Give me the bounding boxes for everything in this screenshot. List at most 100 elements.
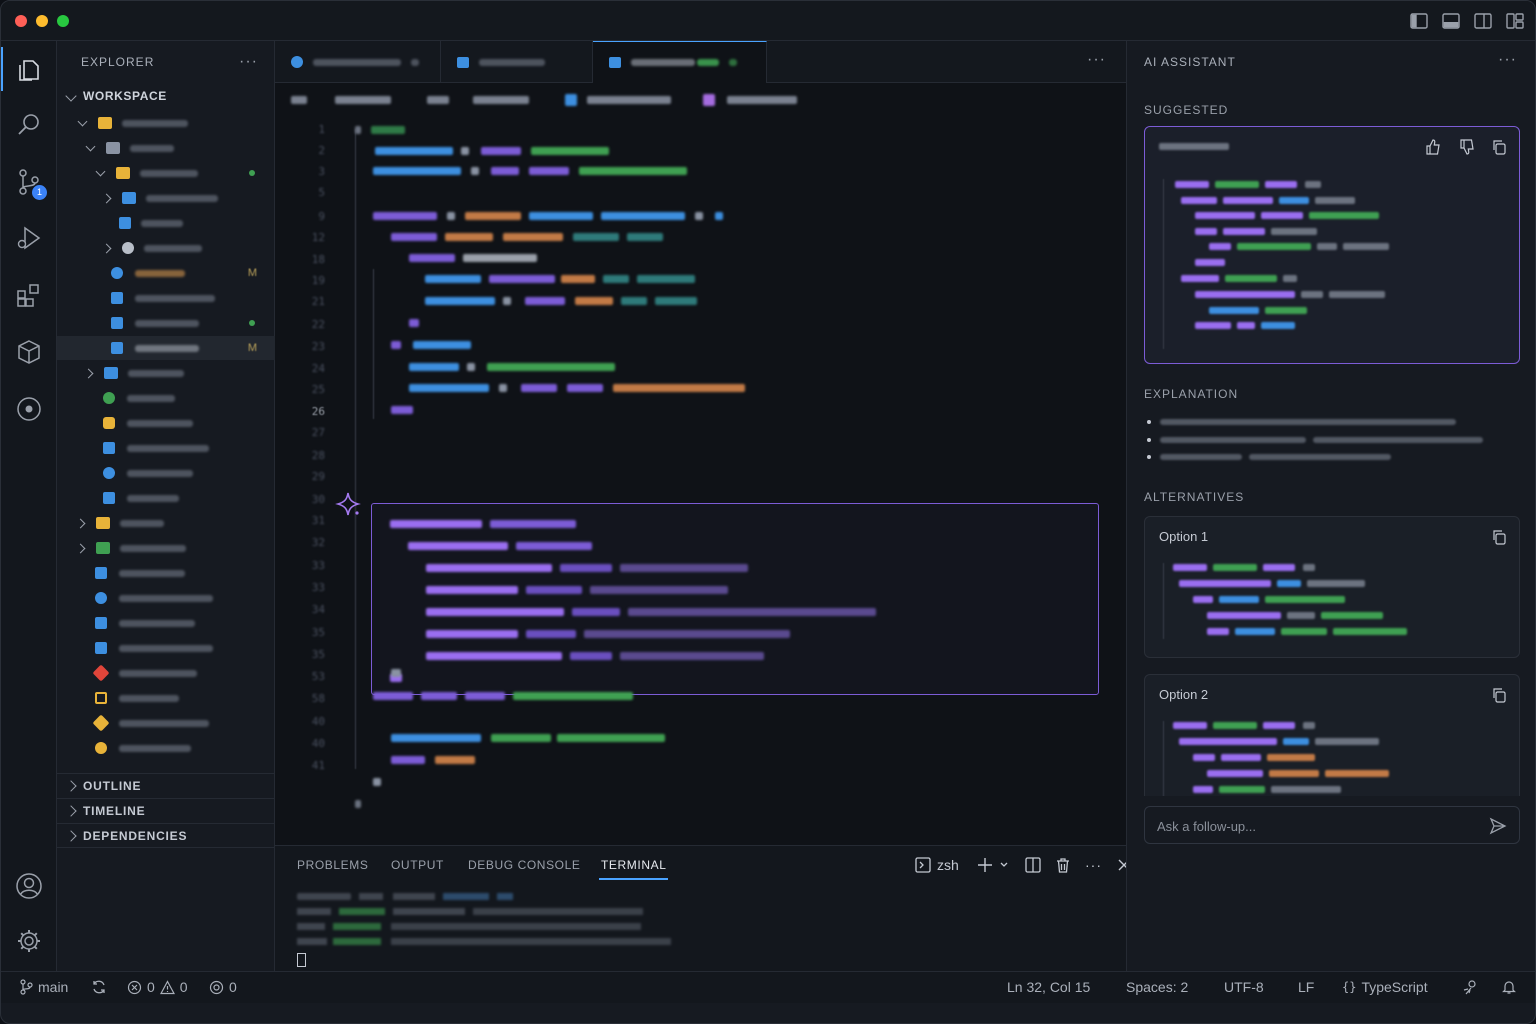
close-window-button[interactable] — [15, 15, 27, 27]
thumbs-down-icon[interactable] — [1459, 139, 1475, 155]
tree-item[interactable] — [57, 236, 275, 260]
tree-item[interactable] — [57, 711, 275, 735]
folder-icon — [104, 367, 118, 379]
tree-item[interactable] — [57, 186, 275, 210]
tab-problems[interactable]: PROBLEMS — [297, 858, 369, 872]
source-control-icon[interactable]: 1 — [15, 168, 47, 200]
customize-layout-icon[interactable] — [1505, 11, 1525, 31]
encoding-setting[interactable]: UTF-8 — [1224, 979, 1264, 995]
tree-item[interactable] — [57, 636, 275, 660]
tree-item[interactable] — [57, 686, 275, 710]
follow-up-field[interactable] — [1144, 806, 1520, 844]
workspace-header[interactable]: WORKSPACE — [57, 83, 274, 109]
thumbs-up-icon[interactable] — [1425, 139, 1441, 155]
split-terminal-icon[interactable] — [1025, 854, 1041, 876]
tree-item[interactable] — [57, 536, 275, 560]
editor-tab[interactable] — [441, 41, 593, 83]
tab-terminal[interactable]: TERMINAL — [598, 858, 669, 880]
branch-indicator[interactable]: main — [19, 979, 68, 995]
code-view[interactable]: 1 2 3 5 9 12 18 19 21 22 23 24 25 26 27 … — [275, 119, 1126, 839]
explorer-sidebar: EXPLORER ··· WORKSPACE M M OUTLINE TIMEL… — [57, 41, 275, 971]
explorer-icon[interactable] — [1, 47, 43, 91]
tree-item[interactable] — [57, 561, 275, 585]
file-icon — [103, 467, 115, 479]
sync-icon[interactable] — [91, 979, 107, 995]
panel-more-button[interactable]: ··· — [1085, 854, 1102, 876]
ports-indicator[interactable]: 0 — [209, 979, 237, 995]
minimize-window-button[interactable] — [36, 15, 48, 27]
dependencies-section[interactable]: DEPENDENCIES — [57, 823, 275, 848]
file-icon — [119, 217, 131, 229]
toggle-panel-icon[interactable] — [1441, 11, 1461, 31]
breadcrumb[interactable] — [291, 93, 1111, 107]
outline-section[interactable]: OUTLINE — [57, 773, 275, 798]
terminal-shell-selector[interactable]: zsh — [915, 854, 959, 876]
tree-item[interactable] — [57, 411, 275, 435]
copy-icon[interactable] — [1491, 139, 1507, 155]
tree-item[interactable] — [57, 511, 275, 535]
tree-item[interactable] — [57, 661, 275, 685]
file-icon — [103, 392, 115, 404]
tab-output[interactable]: OUTPUT — [391, 858, 444, 872]
new-terminal-button[interactable] — [977, 854, 1009, 876]
alternative-option-1[interactable]: Option 1 — [1144, 516, 1520, 658]
problems-indicator[interactable]: 0 0 — [127, 979, 188, 995]
run-debug-icon[interactable] — [15, 224, 43, 252]
notifications-bell-icon[interactable] — [1501, 979, 1517, 995]
remote-explorer-icon[interactable] — [15, 395, 43, 423]
tree-item[interactable] — [57, 436, 275, 460]
tree-item[interactable] — [57, 211, 275, 235]
line-number: 23 — [311, 340, 325, 353]
ports-count: 0 — [229, 979, 237, 995]
tree-item[interactable] — [57, 386, 275, 410]
zoom-window-button[interactable] — [57, 15, 69, 27]
explorer-more-button[interactable]: ··· — [239, 53, 258, 71]
tree-item-selected[interactable]: M — [57, 336, 275, 360]
tree-item[interactable] — [57, 486, 275, 510]
ai-more-button[interactable]: ··· — [1498, 51, 1517, 69]
toggle-primary-sidebar-icon[interactable] — [1409, 11, 1429, 31]
tree-item[interactable]: M — [57, 261, 275, 285]
editor-tab[interactable] — [275, 41, 441, 83]
language-mode[interactable]: {} TypeScript — [1342, 979, 1428, 995]
follow-up-input[interactable] — [1157, 816, 1477, 836]
search-icon[interactable] — [15, 111, 43, 139]
extensions-icon[interactable] — [15, 281, 43, 309]
toggle-secondary-sidebar-icon[interactable] — [1473, 11, 1493, 31]
line-number: 58 — [311, 692, 325, 705]
ai-inline-suggestion[interactable] — [371, 503, 1099, 695]
ai-sparkle-icon[interactable] — [335, 491, 361, 517]
account-icon[interactable] — [15, 872, 43, 900]
editor-more-button[interactable]: ··· — [1087, 51, 1106, 69]
chevron-right-icon — [65, 829, 77, 842]
feedback-icon[interactable] — [1463, 979, 1479, 995]
copy-icon[interactable] — [1491, 529, 1507, 545]
alternative-option-2[interactable]: Option 2 — [1144, 674, 1520, 796]
line-ending-setting[interactable]: LF — [1298, 979, 1314, 995]
tree-item[interactable] — [57, 161, 275, 185]
tab-debug-console[interactable]: DEBUG CONSOLE — [468, 858, 581, 872]
file-icon — [111, 317, 123, 329]
plus-icon — [977, 857, 993, 873]
copy-icon[interactable] — [1491, 687, 1507, 703]
indentation-setting[interactable]: Spaces: 2 — [1126, 979, 1188, 995]
suggested-card[interactable] — [1144, 126, 1520, 364]
cursor-position[interactable]: Ln 32, Col 15 — [1007, 979, 1090, 995]
title-bar — [1, 1, 1535, 41]
timeline-section[interactable]: TIMELINE — [57, 798, 275, 823]
alternatives-label: ALTERNATIVES — [1144, 490, 1245, 504]
settings-gear-icon[interactable] — [15, 927, 43, 955]
tree-item[interactable] — [57, 311, 275, 335]
trash-icon[interactable] — [1055, 854, 1071, 876]
tree-item[interactable] — [57, 586, 275, 610]
tree-item[interactable] — [57, 111, 275, 135]
tree-item[interactable] — [57, 361, 275, 385]
tree-item[interactable] — [57, 286, 275, 310]
editor-tab-active[interactable] — [593, 41, 767, 83]
package-icon[interactable] — [15, 338, 43, 366]
tree-item[interactable] — [57, 736, 275, 760]
tree-item[interactable] — [57, 461, 275, 485]
send-icon[interactable] — [1489, 817, 1507, 835]
tree-item[interactable] — [57, 611, 275, 635]
tree-item[interactable] — [57, 136, 275, 160]
